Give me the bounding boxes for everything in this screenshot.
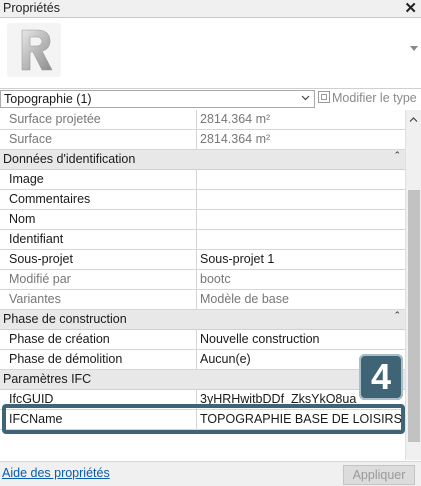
- type-selector-value: Topographie (1): [4, 92, 92, 106]
- property-value[interactable]: [198, 170, 405, 189]
- property-name: Modifié par: [0, 270, 197, 289]
- properties-help-link[interactable]: Aide des propriétés: [2, 466, 110, 480]
- property-value: 2814.364 m²: [200, 132, 271, 146]
- property-row: Surface projetée 2814.364 m²: [0, 110, 405, 130]
- property-row: Sous-projet Sous-projet 1: [0, 250, 405, 270]
- type-preview: [0, 18, 421, 89]
- property-row: Identifiant: [0, 230, 405, 250]
- property-name: Nom: [0, 210, 197, 229]
- property-row: Image: [0, 170, 405, 190]
- property-name: Commentaires: [0, 190, 197, 209]
- property-value: Modèle de base: [200, 292, 289, 306]
- edit-type-button[interactable]: Modifier le type: [318, 91, 417, 105]
- property-name: Surface projetée: [0, 110, 197, 129]
- property-value[interactable]: Nouvelle construction: [198, 330, 405, 349]
- property-group-header[interactable]: Phase de construction ⌃: [0, 310, 405, 330]
- property-group-header[interactable]: Paramètres IFC⌃: [0, 370, 405, 390]
- property-name: Sous-projet: [0, 250, 197, 269]
- property-name: Surface: [0, 130, 197, 149]
- property-value[interactable]: [198, 230, 405, 249]
- edit-type-label: Modifier le type: [332, 91, 417, 105]
- apply-button[interactable]: Appliquer: [343, 465, 415, 485]
- property-value[interactable]: [198, 210, 405, 229]
- property-value: 2814.364 m²: [200, 112, 271, 126]
- close-icon[interactable]: ✕: [404, 0, 417, 17]
- revit-r-logo-icon: [7, 23, 61, 77]
- type-gallery-dropdown-icon[interactable]: [410, 46, 418, 51]
- property-value[interactable]: Sous-projet 1: [198, 250, 405, 269]
- scroll-up-icon[interactable]: [409, 115, 418, 124]
- property-name: Variantes: [0, 290, 197, 309]
- highlight-frame: [2, 404, 405, 434]
- type-selector-dropdown[interactable]: Topographie (1): [0, 90, 315, 108]
- properties-footer: Aide des propriétés Appliquer: [0, 461, 421, 486]
- property-row: Phase de création Nouvelle construction: [0, 330, 405, 350]
- property-name: Identifiant: [0, 230, 197, 249]
- collapse-icon[interactable]: ⌃: [393, 151, 400, 160]
- property-name: Image: [0, 170, 197, 189]
- window-title: Propriétés: [3, 1, 60, 15]
- property-value[interactable]: [198, 190, 405, 209]
- property-row: Modifié par bootc: [0, 270, 405, 290]
- property-row: Variantes Modèle de base: [0, 290, 405, 310]
- scrollbar-thumb[interactable]: [408, 190, 420, 442]
- group-label: Paramètres IFC: [3, 372, 92, 386]
- vertical-scrollbar[interactable]: [405, 110, 421, 460]
- collapse-icon[interactable]: ⌃: [393, 311, 400, 320]
- property-name: Phase de création: [0, 330, 197, 349]
- properties-title-bar: Propriétés ✕: [0, 0, 421, 18]
- edit-type-icon: [318, 91, 330, 103]
- property-value: bootc: [200, 272, 231, 286]
- property-row: Phase de démolition Aucun(e): [0, 350, 405, 370]
- callout-badge: 4: [359, 354, 403, 400]
- property-row: Surface 2814.364 m²: [0, 130, 405, 150]
- property-row: Commentaires: [0, 190, 405, 210]
- property-group-header[interactable]: Données d'identification ⌃: [0, 150, 405, 170]
- chevron-down-icon: [301, 95, 310, 101]
- property-name: Phase de démolition: [0, 350, 197, 369]
- group-label: Phase de construction: [3, 312, 127, 326]
- group-label: Données d'identification: [3, 152, 136, 166]
- property-row: Nom: [0, 210, 405, 230]
